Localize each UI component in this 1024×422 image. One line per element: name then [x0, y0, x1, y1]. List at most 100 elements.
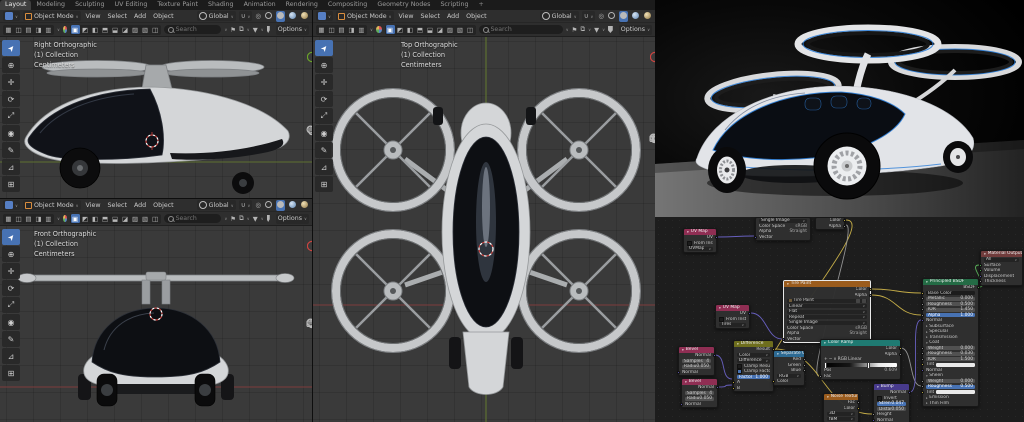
node-image-texture-partial-2[interactable]: ColorAlpha — [815, 217, 845, 230]
input-socket[interactable] — [921, 391, 924, 394]
bookmark-icon[interactable]: ⚑ — [230, 26, 236, 34]
checkbox[interactable] — [719, 317, 724, 322]
tool-add-cube[interactable]: ⊞ — [2, 176, 20, 192]
tool-measure[interactable]: ⊿ — [2, 159, 20, 175]
image-datablock-widget[interactable]: Tire Paint — [787, 299, 867, 303]
dropdown-widget[interactable]: fBM∨ — [827, 417, 855, 421]
dropdown-widget[interactable]: Single Image∨ — [759, 219, 807, 223]
dropdown-widget[interactable]: Color∨ — [737, 353, 770, 357]
dropdown-widget[interactable]: Tires∨ — [719, 323, 746, 327]
menu-object[interactable]: Object — [151, 202, 176, 209]
snap-icon-5[interactable]: ◪ — [121, 25, 130, 34]
search-input[interactable] — [491, 26, 559, 33]
node-mix-difference[interactable]: ▾DifferenceResultColor∨Difference∨Clamp … — [733, 340, 774, 392]
snap-icon-0[interactable]: ▣ — [71, 214, 80, 223]
dropdown-widget[interactable]: RGB∨ — [777, 374, 801, 378]
workspace-tab-compositing[interactable]: Compositing — [323, 0, 372, 10]
workspace-tab-rendering[interactable]: Rendering — [281, 0, 323, 10]
filter-icon-0[interactable]: ▦ — [317, 25, 326, 34]
filter-icon-0[interactable]: ▦ — [4, 214, 13, 223]
value-slider[interactable]: Roughness0.500 — [926, 302, 975, 306]
input-socket[interactable] — [782, 338, 785, 341]
snap-icon-1[interactable]: ◩ — [81, 214, 90, 223]
dropdown-widget[interactable]: Flat∨ — [787, 310, 867, 314]
shading-rendered-button[interactable] — [300, 200, 309, 211]
color-swatch[interactable] — [936, 390, 975, 394]
snap-icon-1[interactable]: ◩ — [81, 25, 90, 34]
snap-icon-7[interactable]: ▧ — [456, 25, 465, 34]
workspace-filter-ball-icon[interactable] — [63, 215, 67, 222]
property-row[interactable]: Color SpacesRGB — [787, 326, 867, 331]
input-socket[interactable] — [872, 413, 875, 416]
snap-icon-2[interactable]: ◧ — [406, 25, 415, 34]
filter-icon-3[interactable]: ◨ — [347, 25, 356, 34]
proportional-editing-icon[interactable]: ◎ — [598, 12, 604, 20]
tool-tweak-select[interactable]: ➤ — [2, 229, 20, 245]
tool-scale[interactable]: ⤢ — [315, 108, 333, 124]
value-slider[interactable]: Alpha1.000 — [926, 313, 975, 317]
value-slider[interactable]: Metallic0.000 — [926, 297, 975, 301]
value-slider[interactable]: Radius0.050 — [682, 365, 711, 369]
output-socket[interactable] — [899, 347, 902, 350]
node-image-texture-partial-1[interactable]: Single Image∨Color SpacesRGBAlphaStraigh… — [755, 217, 811, 241]
property-row[interactable]: AlphaStraight — [759, 229, 807, 234]
tool-rotate[interactable]: ⟳ — [315, 91, 333, 107]
tool-transform[interactable]: ◉ — [315, 125, 333, 141]
input-socket[interactable] — [677, 371, 680, 374]
dropdown-widget[interactable]: 3D∨ — [827, 412, 855, 416]
value-slider[interactable]: Weight0.000 — [926, 379, 975, 383]
value-slider[interactable]: IOR1.500 — [926, 357, 975, 361]
output-socket[interactable] — [857, 407, 860, 410]
input-socket[interactable] — [979, 280, 982, 283]
shading-wireframe-button[interactable] — [607, 11, 616, 22]
input-socket[interactable] — [921, 297, 924, 300]
value-slider[interactable]: Roughness0.030 — [926, 352, 975, 356]
output-socket[interactable] — [869, 288, 872, 291]
bookmark-icon[interactable]: ⚑ — [230, 215, 236, 223]
filter-funnel-icon[interactable]: ▼ — [253, 215, 258, 223]
value-slider[interactable]: Strength0.047 — [877, 402, 906, 406]
node-bevel-2[interactable]: ▾BevelNormalSamples4Radius0.050Normal — [681, 378, 718, 408]
shading-material-button[interactable] — [631, 11, 640, 22]
add-workspace-button[interactable]: + — [473, 0, 488, 10]
workspace-tab-animation[interactable]: Animation — [239, 0, 281, 10]
workspace-filter-ball-icon[interactable] — [63, 26, 67, 33]
options-dropdown[interactable]: Options∨ — [276, 25, 309, 35]
snap-icon-3[interactable]: ⬒ — [101, 25, 110, 34]
filter-funnel-icon[interactable]: ▼ — [594, 26, 599, 34]
ramp-control-button[interactable]: RGB — [838, 357, 847, 362]
tool-cursor[interactable]: ⊕ — [315, 57, 333, 73]
snap-icon-8[interactable]: ◫ — [466, 25, 475, 34]
new-image-button[interactable] — [856, 299, 860, 303]
checkbox[interactable] — [737, 364, 742, 369]
output-socket[interactable] — [803, 364, 806, 367]
tool-move[interactable]: ✛ — [315, 74, 333, 90]
colorramp-gradient[interactable] — [824, 363, 897, 367]
node-principled-bsdf[interactable]: ▾Principled BSDFBSDFBase ColorMetallic0.… — [922, 278, 979, 407]
ramp-control-button[interactable]: ∨ — [833, 357, 836, 362]
proportional-editing-icon[interactable]: ◎ — [255, 201, 261, 209]
value-slider[interactable]: Distance0.050 — [877, 407, 906, 411]
dropdown-widget[interactable]: Repeat∨ — [787, 315, 867, 319]
output-socket[interactable] — [977, 286, 980, 289]
viewport-3d-area[interactable]: ➤⊕✛⟳⤢◉✎⊿⊞ Right Orthographic (1) Collect… — [0, 37, 312, 198]
tool-scale[interactable]: ⤢ — [2, 108, 20, 124]
input-socket[interactable] — [921, 292, 924, 295]
input-socket[interactable] — [754, 236, 757, 239]
input-socket[interactable] — [732, 381, 735, 384]
editor-type-button[interactable]: ∨ — [3, 200, 20, 210]
tool-add-cube[interactable]: ⊞ — [2, 365, 20, 381]
tool-move[interactable]: ✛ — [2, 263, 20, 279]
search-box[interactable] — [164, 25, 222, 34]
filter-icon-0[interactable]: ▦ — [4, 25, 13, 34]
output-socket[interactable] — [748, 312, 751, 315]
search-box[interactable] — [164, 214, 222, 223]
node-uv-map-1[interactable]: ▾UV MapUVFrom InstancerUVMap∨ — [683, 228, 717, 253]
tool-measure[interactable]: ⊿ — [315, 159, 333, 175]
workspace-tab-sculpting[interactable]: Sculpting — [70, 0, 109, 10]
bookmark-icon[interactable]: ⚑ — [572, 26, 578, 34]
input-socket[interactable] — [921, 347, 924, 350]
node-bump[interactable]: ▾BumpNormalInvertStrength0.047Distance0.… — [873, 383, 910, 422]
menu-view[interactable]: View — [84, 202, 103, 209]
snap-icon-3[interactable]: ⬒ — [416, 25, 425, 34]
